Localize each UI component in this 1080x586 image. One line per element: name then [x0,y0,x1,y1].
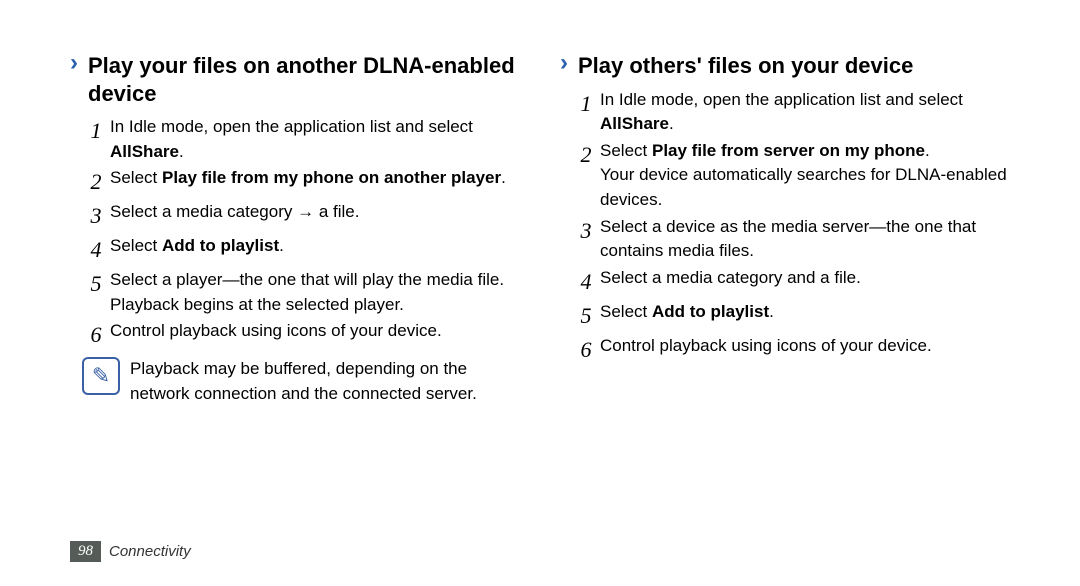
page-body: › Play your files on another DLNA-enable… [0,0,1080,406]
step-text: In Idle mode, open the application list … [600,88,1020,137]
step-number: 1 [82,115,110,164]
step-number: 6 [572,334,600,366]
step-text: Control playback using icons of your dev… [600,334,1020,366]
right-column: › Play others' files on your device 1 In… [560,50,1020,406]
step-text: Control playback using icons of your dev… [110,319,530,351]
step-number: 2 [82,166,110,198]
step-number: 4 [82,234,110,266]
step-text: Select Play file from server on my phone… [600,139,1020,213]
step-text: Select a player—the one that will play t… [110,268,530,317]
list-item: 1 In Idle mode, open the application lis… [572,88,1020,137]
step-text: Select a media category → a file. [110,200,530,232]
list-item: 5 Select Add to playlist. [572,300,1020,332]
step-text: Select a device as the media server—the … [600,215,1020,264]
step-number: 1 [572,88,600,137]
left-title: Play your files on another DLNA-enabled … [88,50,530,107]
left-column: › Play your files on another DLNA-enable… [70,50,530,406]
list-item: 6 Control playback using icons of your d… [82,319,530,351]
list-item: 3 Select a media category → a file. [82,200,530,232]
list-item: 1 In Idle mode, open the application lis… [82,115,530,164]
step-text: Select Add to playlist. [600,300,1020,332]
page-number: 98 [70,541,101,562]
step-text: Select Play file from my phone on anothe… [110,166,530,198]
left-heading: › Play your files on another DLNA-enable… [70,50,530,107]
step-number: 3 [572,215,600,264]
right-title: Play others' files on your device [578,50,913,80]
step-number: 2 [572,139,600,213]
step-number: 5 [572,300,600,332]
list-item: 5 Select a player—the one that will play… [82,268,530,317]
list-item: 2 Select Play file from my phone on anot… [82,166,530,198]
step-text: In Idle mode, open the application list … [110,115,530,164]
list-item: 2 Select Play file from server on my pho… [572,139,1020,213]
list-item: 4 Select a media category and a file. [572,266,1020,298]
note-icon: ✎ [82,357,120,395]
step-text: Select Add to playlist. [110,234,530,266]
chevron-icon: › [70,50,78,107]
chevron-icon: › [560,50,568,80]
step-number: 4 [572,266,600,298]
list-item: 3 Select a device as the media server—th… [572,215,1020,264]
note-row: ✎ Playback may be buffered, depending on… [82,357,530,406]
list-item: 6 Control playback using icons of your d… [572,334,1020,366]
note-text: Playback may be buffered, depending on t… [130,357,530,406]
step-text: Select a media category and a file. [600,266,1020,298]
page-footer: 98 Connectivity [70,541,191,562]
section-name: Connectivity [109,543,191,560]
step-number: 3 [82,200,110,232]
list-item: 4 Select Add to playlist. [82,234,530,266]
step-number: 5 [82,268,110,317]
right-heading: › Play others' files on your device [560,50,1020,80]
step-number: 6 [82,319,110,351]
